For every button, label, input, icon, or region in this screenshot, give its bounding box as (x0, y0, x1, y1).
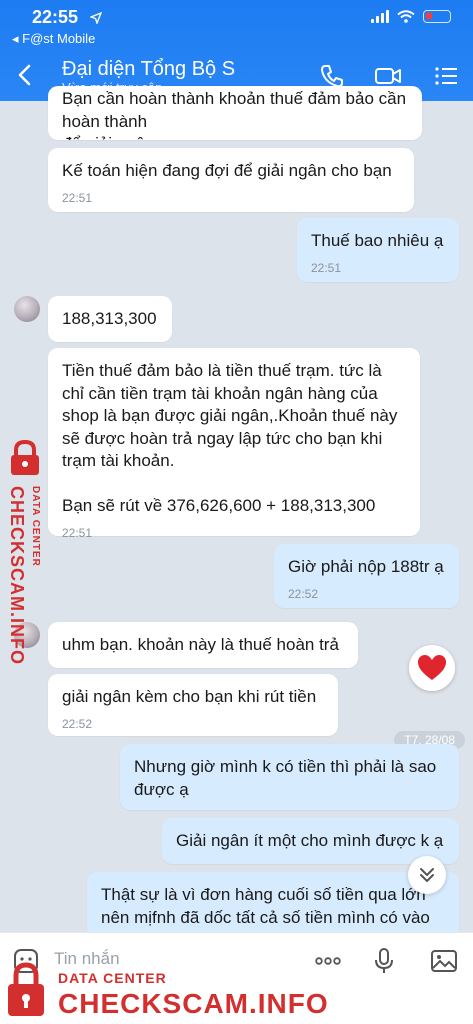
status-indicators (371, 10, 451, 23)
message-time: 22:52 (288, 586, 319, 601)
watermark-line2: CHECKSCAM.INFO (58, 988, 329, 1019)
menu-list-icon[interactable] (432, 62, 460, 90)
lock-icon (8, 962, 44, 1016)
sender-avatar[interactable] (14, 296, 40, 322)
message-outgoing[interactable]: Giải ngân ít một cho mình được k ạ (162, 818, 459, 864)
message-outgoing[interactable]: Thuế bao nhiêu ạ 22:51 (297, 218, 459, 282)
message-time: 22:51 (62, 190, 93, 205)
watermark-vertical: DATA CENTER CHECKSCAM.INFO (2, 440, 48, 670)
message-incoming[interactable]: Tiền thuế đảm bảo là tiền thuế trạm. tức… (48, 348, 420, 540)
message-text: Giờ phải nộp 188tr ạ (288, 557, 444, 576)
watermark-line1: DATA CENTER (30, 486, 41, 567)
image-icon[interactable] (430, 947, 458, 975)
message-time: 22:52 (62, 716, 93, 731)
watermark-line1: DATA CENTER (58, 970, 167, 986)
message-incoming[interactable]: Kế toán hiện đang đợi để giải ngân cho b… (48, 148, 414, 212)
message-text: giải ngân kèm cho bạn khi rút tiền (62, 687, 317, 706)
message-text: Kế toán hiện đang đợi để giải ngân cho b… (62, 161, 392, 180)
chat-title[interactable]: Đại diện Tổng Bộ S (62, 58, 235, 81)
lock-icon (11, 440, 39, 475)
message-incoming[interactable]: 188,313,300 (48, 296, 172, 342)
watermark-horizontal: DATA CENTER CHECKSCAM.INFO (0, 958, 328, 1024)
message-text: Thật sự là vì đơn hàng cuối số tiền qua … (101, 885, 430, 932)
microphone-icon[interactable] (370, 947, 398, 975)
back-arrow-icon[interactable] (12, 60, 38, 90)
carrier-label: ◂ F@st Mobile (12, 31, 96, 46)
message-incoming[interactable]: uhm bạn. khoản này là thuế hoàn trả (48, 622, 358, 668)
message-outgoing[interactable]: Thật sự là vì đơn hàng cuối số tiền qua … (87, 872, 459, 932)
location-arrow-icon (90, 12, 102, 24)
message-text: Bạn cần hoàn thành khoản thuế đảm bảo cầ… (62, 89, 407, 140)
message-incoming[interactable]: Bạn cần hoàn thành khoản thuế đảm bảo cầ… (48, 86, 422, 140)
message-incoming[interactable]: giải ngân kèm cho bạn khi rút tiền 22:52 (48, 674, 338, 736)
wifi-icon (397, 10, 415, 23)
message-outgoing[interactable]: Nhưng giờ mình k có tiền thì phải là sao… (120, 744, 459, 810)
heart-icon (418, 655, 446, 680)
message-text: Tiền thuế đảm bảo là tiền thuế trạm. tức… (62, 361, 398, 515)
more-icon[interactable] (314, 947, 342, 975)
signal-icon (371, 10, 389, 23)
message-text: uhm bạn. khoản này là thuế hoàn trả (62, 635, 339, 654)
message-text: Giải ngân ít một cho mình được k ạ (176, 831, 444, 850)
watermark-line2: CHECKSCAM.INFO (7, 486, 27, 665)
message-outgoing[interactable]: Giờ phải nộp 188tr ạ 22:52 (274, 544, 459, 608)
status-time: 22:55 (32, 7, 79, 27)
message-text: 188,313,300 (62, 309, 157, 328)
scroll-to-bottom-button[interactable] (408, 856, 446, 894)
battery-icon (423, 10, 451, 23)
message-text: Thuế bao nhiêu ạ (311, 231, 444, 250)
chevron-double-down-icon (420, 868, 434, 882)
message-text: Nhưng giờ mình k có tiền thì phải là sao… (134, 757, 437, 799)
heart-reaction-button[interactable] (409, 645, 455, 691)
message-time: 22:51 (311, 260, 342, 275)
